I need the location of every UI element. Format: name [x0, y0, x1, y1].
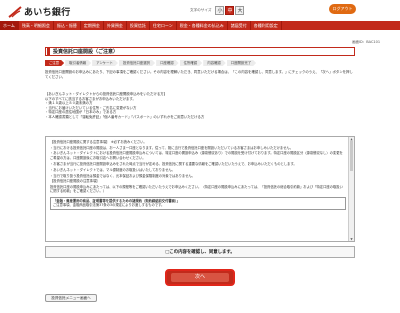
nav-item-settings[interactable]: 各種利用設定 [251, 21, 282, 30]
nav-item-housing-loan[interactable]: 住宅ローン [150, 21, 177, 30]
terms-paragraph: ・お客さまが当行に投資信託口座開設申込みをされた時点で当行が定める、投資信託に関… [50, 161, 297, 166]
nav-item-notifications[interactable]: 諸届受付 [228, 21, 251, 30]
bank-name: あいち銀行 [24, 8, 71, 18]
bank-logo-icon [8, 5, 22, 18]
terms-scroll-box[interactable]: 【投資信託口座開設に関する注意事項】 ※必ずお読みください。 ・当行における投資… [45, 136, 355, 242]
scroll-thumb[interactable] [350, 141, 353, 171]
intro-text: 投資信託口座開設のお申込みにあたり、下記の事項をご確認ください。その内容を理解い… [45, 70, 353, 79]
terms-notice-text: ご注意事項、金融商品取引法第37条の3の規定によりお渡しするものです。 [53, 203, 165, 208]
nav-item-time-deposit[interactable]: 定期預金 [81, 21, 104, 30]
terms-paragraph: ・当行における投資信託口座の開設は、お一人さま一口座となります。従って、既に当行… [50, 145, 294, 150]
terms-notice: 「金融・資産運用の商品、証明書等を提供するための諸規約（契約締結前交付書面）」 … [50, 196, 346, 210]
terms-paragraph: ・あいぎんネット・ダイレクトにおける投資信託口座開設申込みについては、特定口座の… [50, 151, 343, 160]
terms-heading: 【投資信託口座開設に関する注意事項】 ※必ずお読みください。 [50, 140, 147, 144]
step-survey: アンケート [92, 60, 118, 66]
bank-logo[interactable]: あいち銀行 [8, 5, 71, 18]
terms-content: 【投資信託口座開設に関する注意事項】 ※必ずお読みください。 ・当行における投資… [50, 140, 346, 210]
agree-checkbox-label[interactable]: □この内容を確認し、同意します。 [165, 249, 235, 255]
scroll-down-icon[interactable]: ▼ [349, 237, 354, 241]
screen-id: 画面ID：BAC101 [352, 40, 381, 44]
font-size-small-button[interactable]: 小 [215, 6, 225, 15]
step-customer-info: 取引者情報 [65, 60, 91, 66]
font-size-large-button[interactable]: 大 [235, 6, 245, 15]
page-title: 投資信託口座開設（ご注意） [53, 49, 119, 55]
terms-paragraph: ・あいぎんネット・ダイレクトでは、マル優制度のお取扱いはいたしておりません。 [50, 167, 175, 172]
nav-item-home[interactable]: ホーム [0, 21, 19, 30]
terms-paragraph: ・当行で取り扱う投資信託は預金ではなく、元本保証および預金保険制度の対象ではあり… [50, 173, 195, 178]
agree-checkbox-row[interactable]: □この内容を確認し、同意します。 [45, 246, 355, 258]
nav-item-foreign-deposit[interactable]: 外貨預金 [104, 21, 127, 30]
terms-scrollbar[interactable]: ▲ ▼ [348, 137, 354, 241]
next-button-label[interactable]: 次へ [171, 273, 229, 282]
logout-button[interactable]: ログアウト [329, 4, 356, 14]
terms-sub-text: 投資信託口座の開設申込みにあたっては、以下の規程等をご確認いただいたうえでお申込… [50, 184, 343, 194]
title-accent-bar [47, 48, 50, 55]
step-content-confirm: 内容確認 [203, 60, 226, 66]
font-size-label: 文字のサイズ [190, 8, 212, 12]
nav-item-investment-trust[interactable]: 投資信託 [127, 21, 150, 30]
step-address-confirm: 住所確認 [180, 60, 203, 66]
global-nav: ホーム 残高・明細照会 振込・振替 定期預金 外貨預金 投資信託 住宅ローン 税… [0, 21, 400, 30]
step-account-confirm: 口座確認 [156, 60, 179, 66]
eligibility-item: ・本人確認書類として「運転免許証」「個人番号カード」「パスポート」のいずれかをご… [45, 114, 205, 119]
step-account-select: 投資信託口座選択 [119, 60, 155, 66]
next-button[interactable]: 次へ [165, 269, 235, 286]
step-complete: 口座開設完了 [227, 60, 256, 66]
font-size-medium-button[interactable]: 中 [225, 6, 235, 15]
eligibility-section: 【あいぎんネット・ダイレクトからの投資信託口座開設申込みをいただける方】 以下の… [45, 92, 355, 120]
nav-item-balance[interactable]: 残高・明細照会 [19, 21, 54, 30]
terms-sub-heading: 【投資信託口座開設の注意事項】 [50, 179, 100, 184]
font-size-selector: 文字のサイズ 小 中 大 [190, 6, 245, 15]
step-caution: ご注意 [45, 60, 64, 66]
progress-steps: ご注意 取引者情報 アンケート 投資信託口座選択 口座確認 住所確認 内容確認 … [45, 60, 257, 66]
header: あいち銀行 文字のサイズ 小 中 大 ログアウト [0, 0, 400, 21]
nav-item-tax-payment[interactable]: 税金・各種料金の払込み [177, 21, 228, 30]
nav-item-transfer[interactable]: 振込・振替 [54, 21, 81, 30]
back-to-menu-button[interactable]: 投資信託メニュー画面へ [45, 294, 97, 302]
page-title-box: 投資信託口座開設（ご注意） [45, 47, 355, 56]
